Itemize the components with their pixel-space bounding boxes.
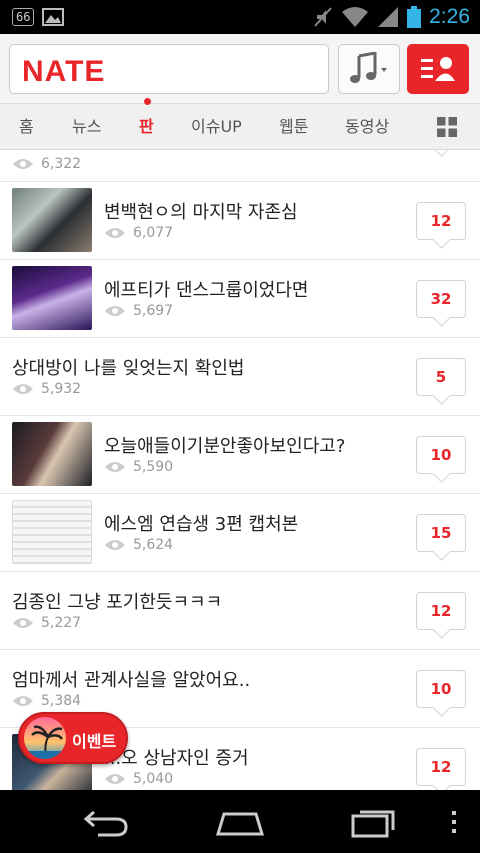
wifi-icon xyxy=(342,7,369,27)
tab-pann[interactable]: 판 xyxy=(139,104,154,150)
view-count: 5,384 xyxy=(12,693,81,709)
post-title: 상대방이 나를 잊엇는지 확인법 xyxy=(12,358,245,379)
list-item[interactable]: 변백현ㅇ의 마지막 자존심 6,077 12 xyxy=(0,182,480,260)
clock: 2:26 xyxy=(429,5,470,28)
menu-icon[interactable] xyxy=(450,810,458,834)
home-icon[interactable] xyxy=(214,810,266,836)
recent-apps-icon[interactable] xyxy=(350,806,398,838)
post-thumbnail xyxy=(12,422,92,486)
eye-icon xyxy=(13,618,33,628)
eye-icon xyxy=(13,159,33,169)
post-title: 김종인 그냥 포기한듯ㅋㅋㅋ xyxy=(12,592,223,613)
grid-menu-icon[interactable] xyxy=(437,117,457,137)
eye-icon xyxy=(105,306,125,316)
tab-bar: 홈 뉴스 판 이슈UP 웹툰 동영상 xyxy=(0,104,480,150)
post-thumbnail xyxy=(12,500,92,564)
comment-count-badge[interactable]: 10 xyxy=(416,670,466,708)
list-item[interactable]: 상대방이 나를 잊엇는지 확인법 5,932 5 xyxy=(0,338,480,416)
post-list: 6,322 변백현ㅇ의 마지막 자존심 6,077 12 에프티가 댄스그룹이었… xyxy=(0,150,480,790)
comment-count-badge[interactable]: 32 xyxy=(416,280,466,318)
eye-icon xyxy=(105,228,125,238)
comment-count-badge[interactable]: 12 xyxy=(416,748,466,786)
music-button[interactable] xyxy=(338,44,400,94)
post-title: 에스엠 연습생 3편 캡처본 xyxy=(104,514,299,535)
view-count: 6,077 xyxy=(104,225,173,241)
post-thumbnail xyxy=(12,266,92,330)
post-thumbnail xyxy=(12,188,92,252)
view-count: 5,590 xyxy=(104,459,173,475)
mute-icon xyxy=(314,7,332,27)
tab-video[interactable]: 동영상 xyxy=(345,104,389,150)
view-count: 5,624 xyxy=(104,537,173,553)
view-count: 5,932 xyxy=(12,381,81,397)
active-tab-indicator xyxy=(144,98,151,105)
notification-66-icon: 66 xyxy=(12,8,35,26)
eye-icon xyxy=(105,540,125,550)
event-button[interactable]: 이벤트 xyxy=(18,712,128,764)
list-item[interactable]: 에프티가 댄스그룹이었다면 5,697 32 xyxy=(0,260,480,338)
comment-count-badge[interactable]: 5 xyxy=(416,358,466,396)
eye-icon xyxy=(105,462,125,472)
eye-icon xyxy=(13,696,33,706)
signal-icon xyxy=(378,7,399,27)
comment-count-badge[interactable]: 12 xyxy=(416,202,466,240)
post-title: 엄마께서 관계사실을 알았어요.. xyxy=(12,670,251,691)
nate-logo[interactable]: NATE xyxy=(22,55,105,89)
post-title: 변백현ㅇ의 마지막 자존심 xyxy=(104,202,298,223)
user-list-icon xyxy=(421,57,455,81)
header: NATE xyxy=(0,34,480,104)
search-input[interactable]: NATE xyxy=(9,44,329,94)
view-count: 5,040 xyxy=(104,771,173,787)
eye-icon xyxy=(105,774,125,784)
list-item[interactable]: 김종인 그냥 포기한듯ㅋㅋㅋ 5,227 12 xyxy=(0,572,480,650)
music-note-icon xyxy=(350,52,387,83)
eye-icon xyxy=(13,384,33,394)
tab-home[interactable]: 홈 xyxy=(19,104,34,150)
image-icon xyxy=(42,8,65,26)
view-count: 6,322 xyxy=(12,156,81,172)
list-item[interactable]: 오늘애들이기분안좋아보인다고? 5,590 10 xyxy=(0,416,480,494)
list-item[interactable]: 에스엠 연습생 3편 캡처본 5,624 15 xyxy=(0,494,480,572)
tab-news[interactable]: 뉴스 xyxy=(72,104,101,150)
navigation-bar xyxy=(0,790,480,853)
post-title: 오늘애들이기분안좋아보인다고? xyxy=(104,436,346,457)
view-count: 5,227 xyxy=(12,615,81,631)
list-item[interactable]: 6,322 xyxy=(0,150,480,182)
status-bar: 66 2:26 xyxy=(0,0,480,34)
comment-count-badge[interactable]: 10 xyxy=(416,436,466,474)
beach-palm-icon xyxy=(24,717,66,759)
comment-count-badge[interactable]: 15 xyxy=(416,514,466,552)
post-title: 에프티가 댄스그룹이었다면 xyxy=(104,280,309,301)
tab-issue-up[interactable]: 이슈UP xyxy=(191,104,242,150)
profile-button[interactable] xyxy=(407,44,469,94)
event-button-label: 이벤트 xyxy=(72,732,117,751)
battery-icon xyxy=(407,6,422,28)
comment-count-badge[interactable]: 12 xyxy=(416,592,466,630)
back-icon[interactable] xyxy=(82,808,130,838)
view-count: 5,697 xyxy=(104,303,173,319)
tab-webtoon[interactable]: 웹툰 xyxy=(279,104,308,150)
